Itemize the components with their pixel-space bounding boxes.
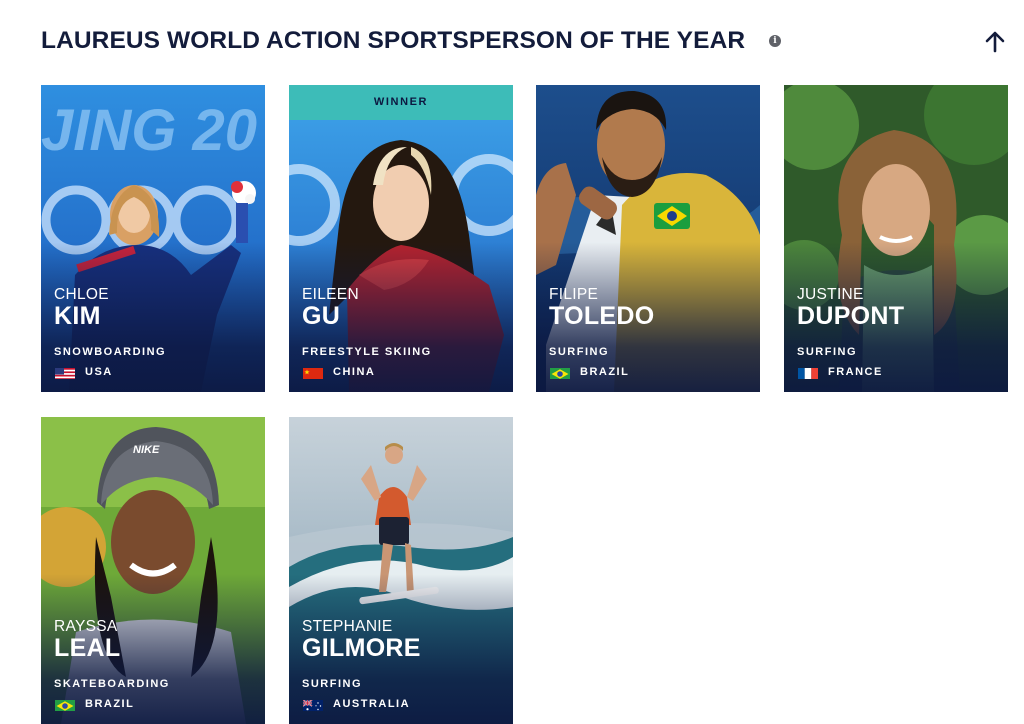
section-header: LAUREUS WORLD ACTION SPORTSPERSON OF THE…	[41, 26, 1011, 56]
arrow-up-icon	[985, 31, 1005, 53]
svg-text:JING 20: JING 20	[41, 98, 257, 163]
nominee-card-rayssa-leal[interactable]: NIKE RAYSSA LEAL SKATEBOARDING BRAZIL	[41, 417, 265, 724]
flag-brazil-icon	[55, 699, 75, 711]
last-name: GILMORE	[302, 634, 421, 662]
nominee-card-eileen-gu[interactable]: WINNER EILEEN GU FREESTYLE SKIING CHINA	[289, 85, 513, 392]
last-name: KIM	[54, 302, 101, 330]
flag-brazil-icon	[550, 367, 570, 379]
nominee-card-chloe-kim[interactable]: JING 20 CHLOE KIM SNOWBOARDING USA	[41, 85, 265, 392]
sport-label: SURFING	[797, 346, 857, 358]
svg-text:NIKE: NIKE	[133, 444, 160, 456]
country-label: CHINA	[333, 366, 376, 378]
sport-label: SNOWBOARDING	[54, 346, 167, 358]
last-name: TOLEDO	[549, 302, 655, 330]
flag-australia-icon	[303, 699, 323, 711]
sport-label: SKATEBOARDING	[54, 678, 170, 690]
last-name: GU	[302, 302, 341, 330]
nominee-card-stephanie-gilmore[interactable]: STEPHANIE GILMORE SURFING AUSTRALIA	[289, 417, 513, 724]
sport-label: SURFING	[549, 346, 609, 358]
last-name: LEAL	[54, 634, 121, 662]
country-label: FRANCE	[828, 366, 883, 378]
flag-usa-icon	[55, 367, 75, 379]
info-icon[interactable]: i	[769, 35, 781, 47]
last-name: DUPONT	[797, 302, 905, 330]
nominee-card-justine-dupont[interactable]: JUSTINE DUPONT SURFING FRANCE	[784, 85, 1008, 392]
flag-china-icon	[303, 367, 323, 379]
nominee-card-filipe-toledo[interactable]: FILIPE TOLEDO SURFING BRAZIL	[536, 85, 760, 392]
collapse-button[interactable]	[983, 26, 1007, 56]
country-label: BRAZIL	[85, 698, 135, 710]
winner-badge: WINNER	[289, 85, 513, 120]
country-label: AUSTRALIA	[333, 698, 411, 710]
nominee-grid: JING 20 CHLOE KIM SNOWBOARDING USA WINNE…	[41, 85, 1009, 724]
flag-france-icon	[798, 367, 818, 379]
country-label: BRAZIL	[580, 366, 630, 378]
country-label: USA	[85, 366, 113, 378]
section-title: LAUREUS WORLD ACTION SPORTSPERSON OF THE…	[41, 27, 746, 54]
sport-label: SURFING	[302, 678, 362, 690]
sport-label: FREESTYLE SKIING	[302, 346, 432, 358]
